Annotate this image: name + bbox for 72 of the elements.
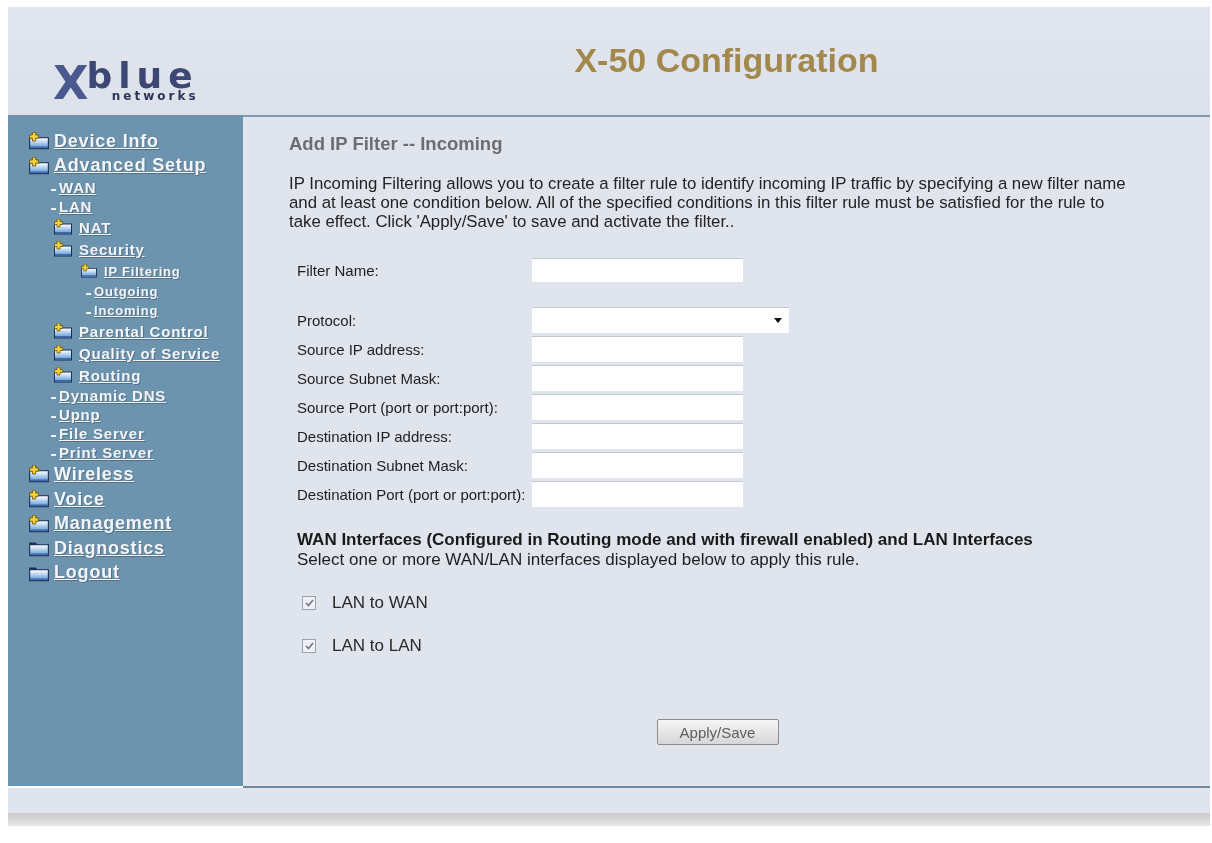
checkbox[interactable] [302,639,316,653]
sidebar-link[interactable]: IP Filtering [104,263,181,279]
logo-tagline: networks [111,91,199,101]
folder-plus-icon [28,490,50,509]
sidebar-link[interactable]: Parental Control [79,322,209,340]
dash-icon [51,397,56,400]
sidebar-link[interactable]: Security [79,240,145,258]
dash-icon [51,208,56,211]
sidebar-link[interactable]: Voice [54,488,105,510]
field-label: Source Subnet Mask: [297,369,441,387]
sidebar-link[interactable]: WAN [59,179,97,197]
folder-plus-icon [28,465,50,484]
sidebar-link[interactable]: Device Info [54,130,159,152]
section-title: Add IP Filter -- Incoming [289,133,504,155]
folder-plus-icon [53,241,73,258]
folder-plus-icon [53,323,73,340]
sidebar-link[interactable]: Upnp [59,406,101,424]
field-label: Destination Subnet Mask: [297,456,468,474]
dash-icon [51,435,56,438]
field-label: Protocol: [297,311,357,329]
sidebar-link[interactable]: Incoming [94,303,159,319]
input-field[interactable] [532,336,743,362]
folder-plus-icon [28,156,50,175]
input-field[interactable] [532,365,743,391]
caret-icon [774,318,782,323]
folder-plus-icon [53,345,73,362]
sidebar-link[interactable]: Logout [54,562,120,584]
field-label: Source IP address: [297,340,425,358]
folder-plus-icon [53,219,73,236]
sidebar-link[interactable]: Wireless [54,464,135,485]
sidebar-link[interactable]: Advanced Setup [54,155,207,177]
folder-plus-icon [28,514,50,533]
input-field[interactable] [532,481,743,507]
dash-icon [86,293,91,296]
field-label: Destination Port (port or port:port): [297,485,526,503]
sidebar-link[interactable]: Dynamic DNS [59,387,167,405]
interfaces-hint: Select one or more WAN/LAN interfaces displayed below to apply this rule. [297,550,861,570]
field-label: Source Port (port or port:port): [297,398,498,416]
sidebar-link[interactable]: NAT [79,218,112,236]
sidebar-link[interactable]: Management [54,513,173,535]
logo-name: blue [86,62,199,90]
checkbox-label: LAN to LAN [332,636,422,656]
description-text: IP Incoming Filtering allows you to create a filter rule to identify incoming IP traffic by specifying a new filter name and at least one condition below. All of the specified conditions in this filter rule must be satisfied for the rule to take effect. Click 'Apply/Save' to save and activate the filter.. [289,174,1127,231]
input-field[interactable] [532,452,743,478]
sidebar-link[interactable]: Print Server [59,444,154,462]
dash-icon [51,189,56,192]
checkbox[interactable] [302,596,316,610]
apply-save-button[interactable]: Apply/Save [656,719,779,745]
folder-plus-icon [28,132,50,151]
folder-plus-icon [53,367,73,384]
checkbox-label: LAN to WAN [332,593,428,613]
checkmark-icon [304,599,314,607]
input-field[interactable] [532,258,743,282]
select-field[interactable] [532,307,789,333]
logo-mark: X [53,65,87,101]
sidebar-link[interactable]: Routing [79,366,142,384]
sidebar-link[interactable]: LAN [59,198,93,216]
field-label: Filter Name: [297,261,379,279]
input-field[interactable] [532,423,743,449]
interfaces-heading: WAN Interfaces (Configured in Routing mode and with firewall enabled) and LAN Interfaces [297,530,1034,550]
folder-plus-icon [80,264,98,279]
sidebar-link[interactable]: Quality of Service [79,344,221,362]
page-header-title: X-50 Configuration [574,40,879,80]
sidebar-link[interactable]: Diagnostics [54,537,165,559]
dash-icon [86,312,91,315]
checkmark-icon [304,642,314,650]
input-field[interactable] [532,394,743,420]
sidebar-link[interactable]: Outgoing [94,284,159,300]
dash-icon [51,416,56,419]
field-label: Destination IP address: [297,427,452,445]
dash-icon [51,454,56,457]
sidebar-link[interactable]: File Server [59,425,145,443]
